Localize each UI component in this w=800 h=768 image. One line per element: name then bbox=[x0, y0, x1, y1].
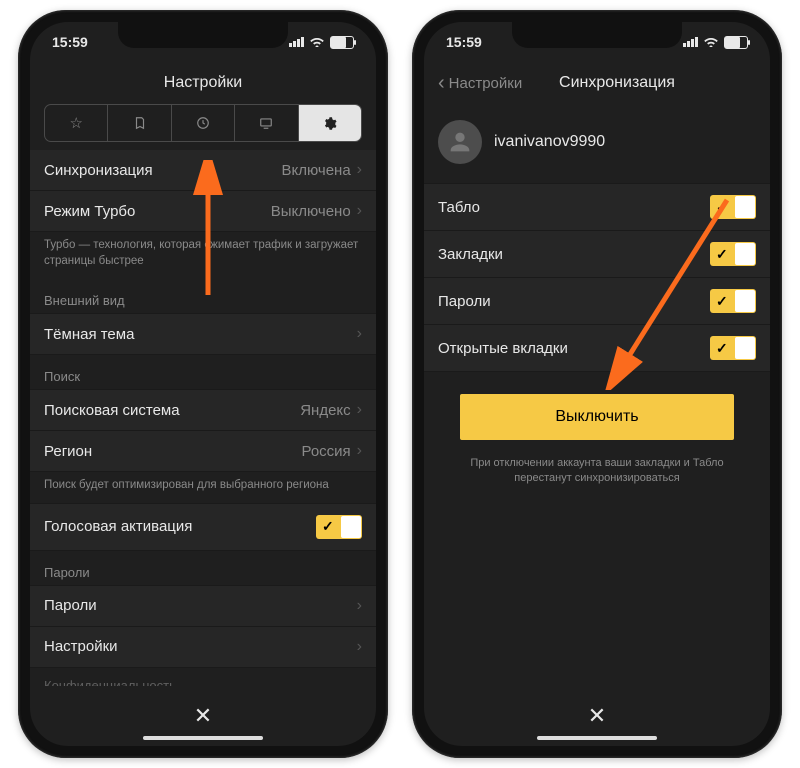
row-value: Выключено bbox=[271, 203, 351, 220]
chevron-right-icon: › bbox=[357, 202, 362, 220]
tab-devices[interactable] bbox=[235, 105, 298, 141]
row-value: Яндекс bbox=[300, 402, 350, 419]
tab-favorites[interactable]: ☆ bbox=[45, 105, 108, 141]
status-time: 15:59 bbox=[52, 34, 88, 50]
battery-icon bbox=[330, 36, 354, 49]
signal-icon bbox=[683, 37, 698, 47]
chevron-right-icon: › bbox=[357, 161, 362, 179]
row-label: Голосовая активация bbox=[44, 518, 192, 535]
row-label: Тёмная тема bbox=[44, 326, 134, 343]
notch bbox=[512, 22, 682, 48]
page-title: Синхронизация bbox=[559, 74, 675, 92]
avatar bbox=[438, 120, 482, 164]
navbar: Настройки bbox=[30, 62, 376, 104]
disable-note: При отключении аккаунта ваши закладки и … bbox=[454, 456, 740, 487]
user-row[interactable]: ivanivanov9990 bbox=[424, 104, 770, 184]
chevron-right-icon: › bbox=[357, 325, 362, 343]
row-label: Пароли bbox=[44, 597, 97, 614]
content: ivanivanov9990 Табло ✓ Закладки ✓ Пароли… bbox=[424, 104, 770, 686]
row-label: Закладки bbox=[438, 246, 503, 263]
phone-right: 15:59 ‹ Настройки Синхронизация ivaniva bbox=[412, 10, 782, 758]
chevron-right-icon: › bbox=[357, 401, 362, 419]
chevron-right-icon: › bbox=[357, 442, 362, 460]
region-desc: Поиск будет оптимизирован для выбранного… bbox=[30, 472, 376, 504]
check-icon: ✓ bbox=[716, 246, 728, 263]
wifi-icon bbox=[309, 35, 325, 50]
navbar: ‹ Настройки Синхронизация bbox=[424, 62, 770, 104]
home-indicator bbox=[143, 736, 263, 740]
toggle-tableau[interactable]: ✓ bbox=[710, 195, 756, 219]
check-icon: ✓ bbox=[716, 199, 728, 216]
row-value: Включена bbox=[281, 162, 350, 179]
row-label: Табло bbox=[438, 199, 480, 216]
wifi-icon bbox=[703, 35, 719, 50]
back-button[interactable]: ‹ Настройки bbox=[438, 62, 522, 104]
button-label: Выключить bbox=[555, 408, 638, 426]
row-label: Поисковая система bbox=[44, 402, 180, 419]
check-icon: ✓ bbox=[716, 340, 728, 357]
close-icon[interactable]: ✕ bbox=[194, 703, 212, 729]
chevron-right-icon: › bbox=[357, 597, 362, 615]
row-label: Открытые вкладки bbox=[438, 340, 568, 357]
home-indicator bbox=[537, 736, 657, 740]
bottom-bar: ✕ bbox=[424, 686, 770, 746]
row-turbo[interactable]: Режим Турбо Выключено › bbox=[30, 190, 376, 232]
section-privacy: Конфиденциальность bbox=[30, 668, 376, 686]
row-open-tabs: Открытые вкладки ✓ bbox=[424, 324, 770, 372]
row-label: Режим Турбо bbox=[44, 203, 135, 220]
tab-history[interactable] bbox=[172, 105, 235, 141]
tab-bookmarks[interactable] bbox=[108, 105, 171, 141]
turbo-desc: Турбо — технология, которая сжимает траф… bbox=[30, 232, 376, 279]
row-label: Пароли bbox=[438, 293, 491, 310]
row-region[interactable]: Регион Россия › bbox=[30, 430, 376, 472]
notch bbox=[118, 22, 288, 48]
row-bookmarks: Закладки ✓ bbox=[424, 230, 770, 278]
bottom-bar: ✕ bbox=[30, 686, 376, 746]
tab-settings[interactable] bbox=[299, 105, 361, 141]
check-icon: ✓ bbox=[322, 518, 334, 535]
toggle-open-tabs[interactable]: ✓ bbox=[710, 336, 756, 360]
chevron-left-icon: ‹ bbox=[438, 72, 445, 95]
battery-icon bbox=[724, 36, 748, 49]
toggle-voice[interactable]: ✓ bbox=[316, 515, 362, 539]
phone-left: 15:59 Настройки ☆ bbox=[18, 10, 388, 758]
toggle-bookmarks[interactable]: ✓ bbox=[710, 242, 756, 266]
row-value: Россия bbox=[301, 443, 350, 460]
page-title: Настройки bbox=[164, 74, 242, 92]
row-passwords[interactable]: Пароли › bbox=[30, 585, 376, 627]
back-label: Настройки bbox=[449, 75, 523, 92]
segmented-control: ☆ bbox=[44, 104, 362, 142]
row-settings[interactable]: Настройки › bbox=[30, 626, 376, 668]
row-tableau: Табло ✓ bbox=[424, 183, 770, 231]
status-time: 15:59 bbox=[446, 34, 482, 50]
row-label: Регион bbox=[44, 443, 92, 460]
section-search: Поиск bbox=[30, 355, 376, 390]
content: Синхронизация Включена › Режим Турбо Выкл… bbox=[30, 150, 376, 686]
row-label: Настройки bbox=[44, 638, 118, 655]
row-passwords: Пароли ✓ bbox=[424, 277, 770, 325]
username: ivanivanov9990 bbox=[494, 133, 605, 151]
check-icon: ✓ bbox=[716, 293, 728, 310]
row-voice-activation[interactable]: Голосовая активация ✓ bbox=[30, 503, 376, 551]
row-search-engine[interactable]: Поисковая система Яндекс › bbox=[30, 389, 376, 431]
close-icon[interactable]: ✕ bbox=[588, 703, 606, 729]
signal-icon bbox=[289, 37, 304, 47]
row-sync[interactable]: Синхронизация Включена › bbox=[30, 150, 376, 191]
disable-button[interactable]: Выключить bbox=[460, 394, 734, 440]
chevron-right-icon: › bbox=[357, 638, 362, 656]
section-appearance: Внешний вид bbox=[30, 279, 376, 314]
row-dark-theme[interactable]: Тёмная тема › bbox=[30, 313, 376, 355]
section-passwords: Пароли bbox=[30, 551, 376, 586]
row-label: Синхронизация bbox=[44, 162, 153, 179]
toggle-passwords[interactable]: ✓ bbox=[710, 289, 756, 313]
